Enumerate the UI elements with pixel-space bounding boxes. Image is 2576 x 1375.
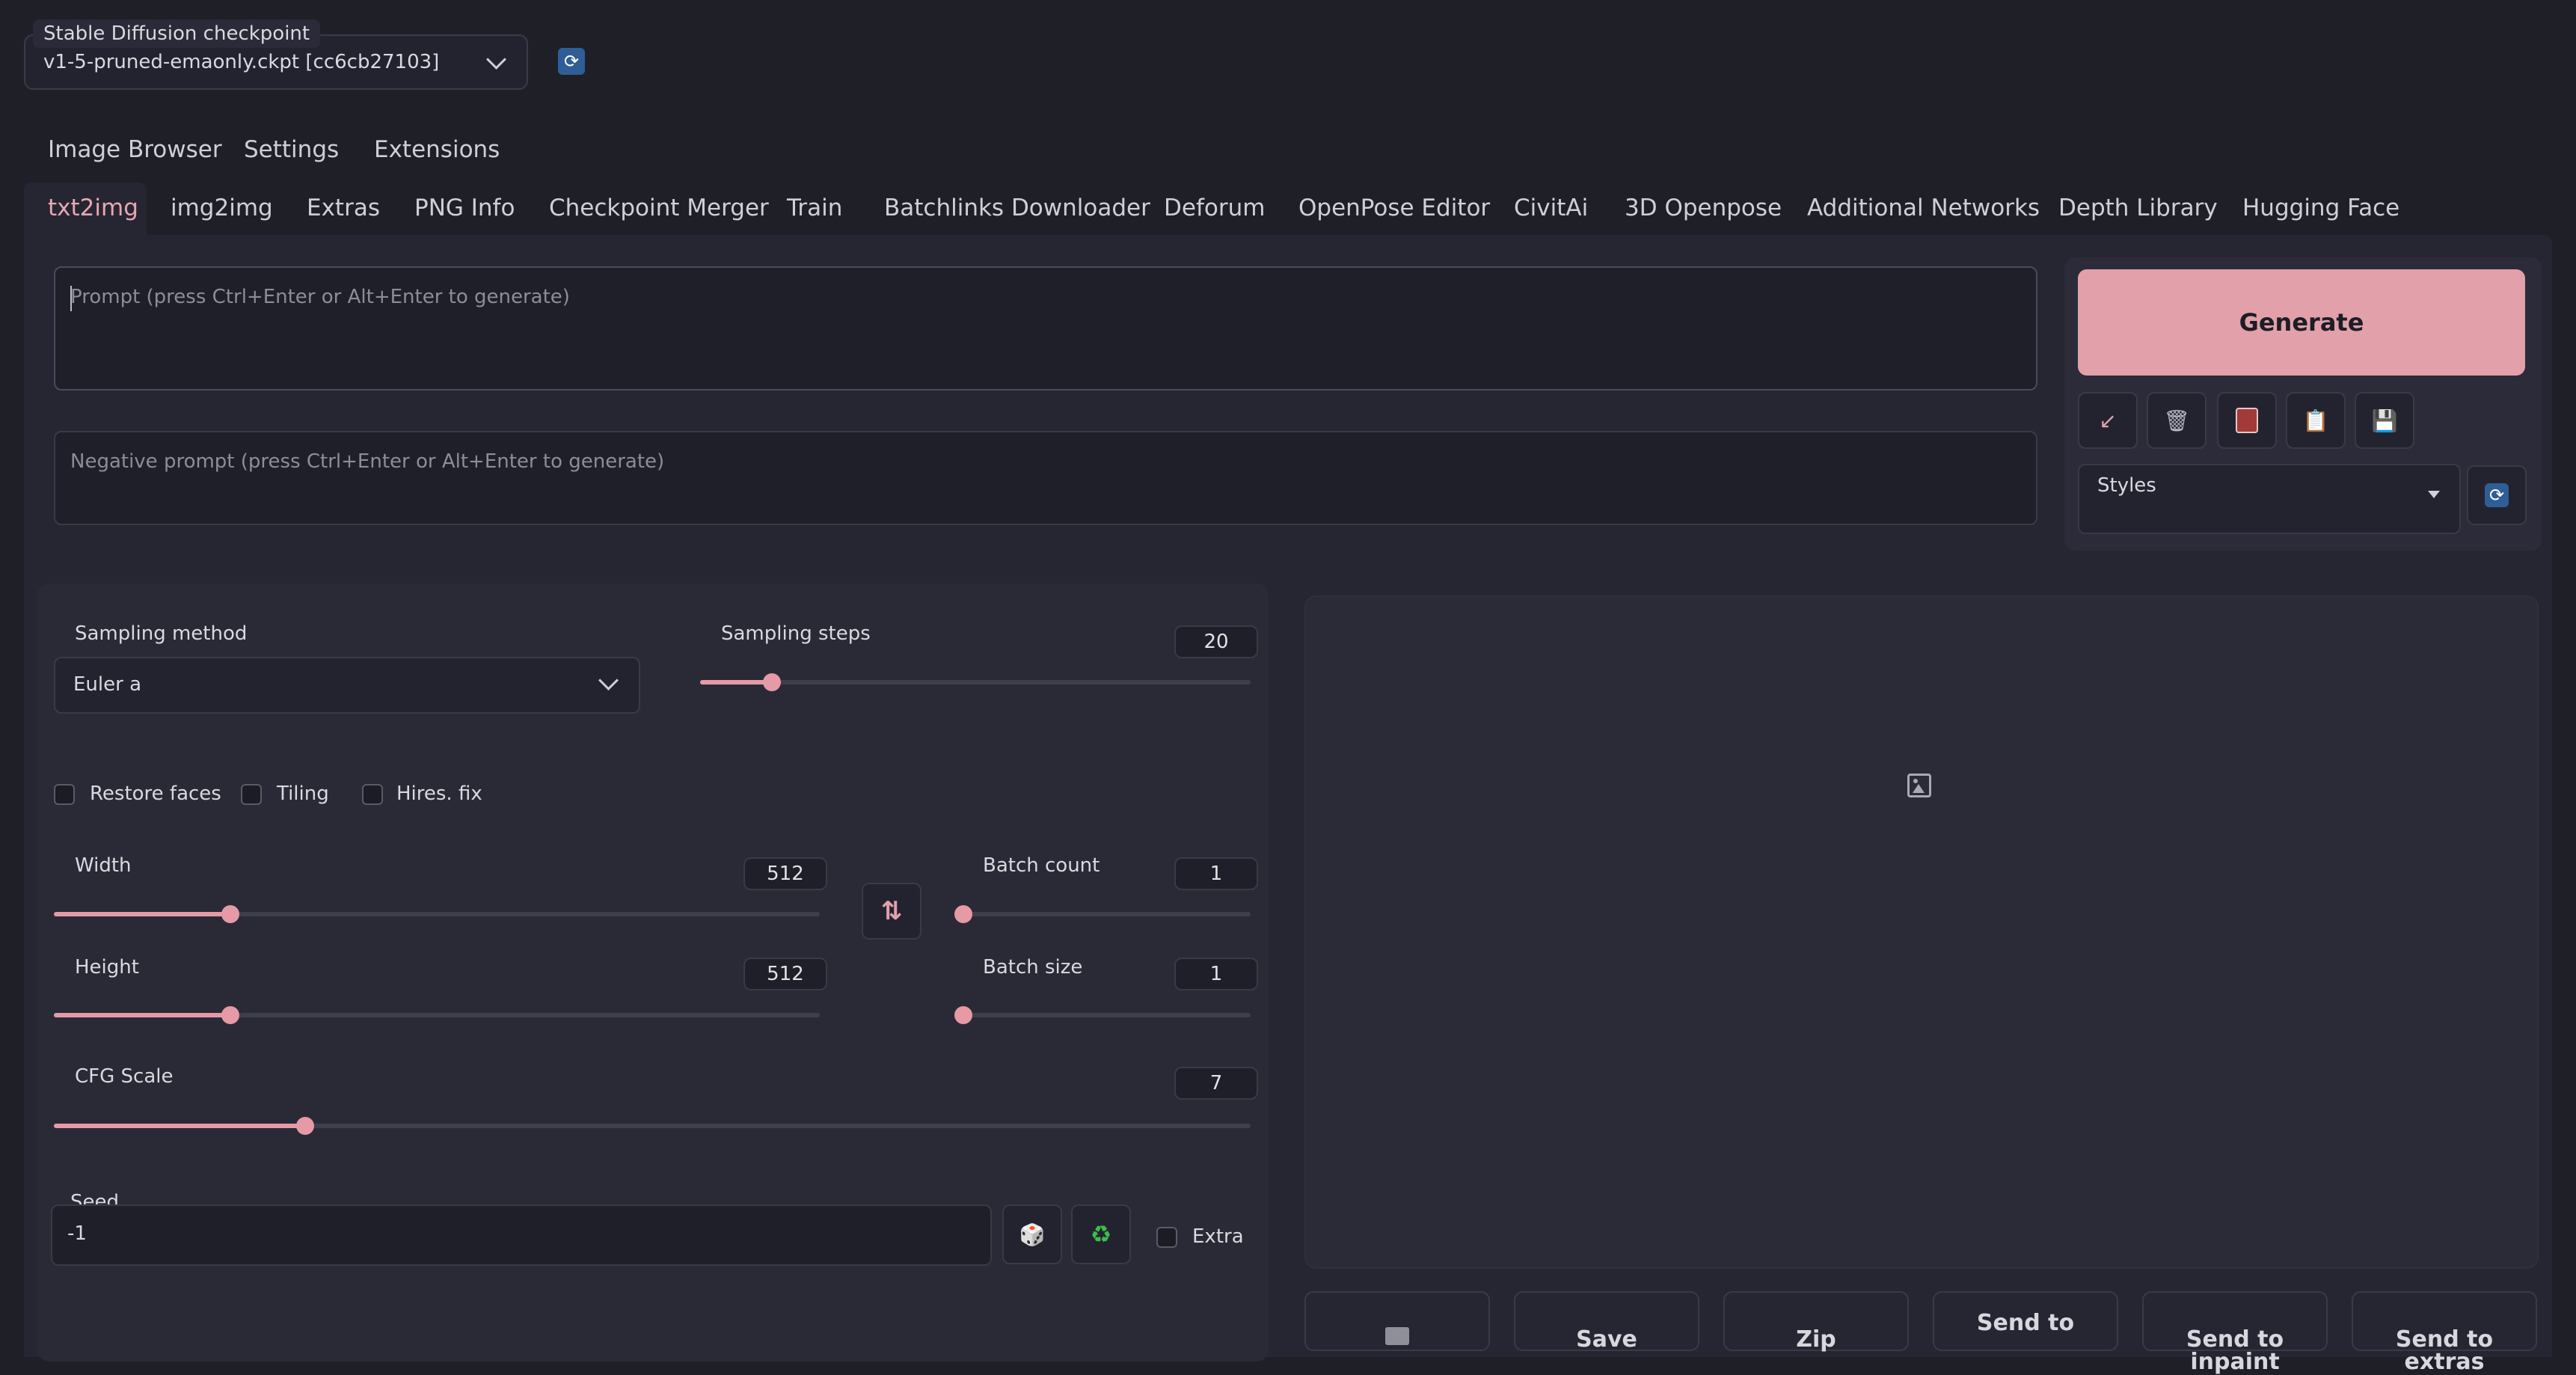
styles-refresh-icon[interactable]: ⟳ bbox=[2467, 465, 2527, 525]
cfg-scale-input[interactable]: 7 bbox=[1174, 1067, 1258, 1100]
batch-size-input[interactable]: 1 bbox=[1174, 958, 1258, 990]
sampling-method-label: Sampling method bbox=[75, 622, 248, 645]
image-placeholder-icon bbox=[1907, 774, 1931, 797]
width-slider[interactable] bbox=[221, 905, 239, 923]
tab-image-browser[interactable]: Image Browser bbox=[48, 136, 222, 163]
zip-button[interactable]: Zip bbox=[1723, 1291, 1909, 1351]
sampling-steps-label: Sampling steps bbox=[721, 622, 871, 645]
seed-value: -1 bbox=[67, 1222, 87, 1245]
styles-label: Styles bbox=[2097, 474, 2156, 497]
chevron-down-icon bbox=[486, 49, 506, 70]
cfg-scale-slider[interactable] bbox=[296, 1117, 314, 1135]
sampling-steps-input[interactable]: 20 bbox=[1174, 625, 1258, 658]
checkpoint-label: Stable Diffusion checkpoint bbox=[33, 19, 321, 48]
generate-button[interactable]: Generate bbox=[2078, 269, 2525, 376]
save-icon[interactable]: 💾 bbox=[2355, 392, 2414, 449]
sampling-steps-slider[interactable] bbox=[763, 673, 781, 691]
hires-fix-label: Hires. fix bbox=[396, 783, 482, 805]
extra-label: Extra bbox=[1192, 1225, 1244, 1248]
send-to-inpaint-button[interactable]: Send to inpaint bbox=[2142, 1291, 2328, 1374]
dice-icon[interactable]: 🎲 bbox=[1002, 1204, 1062, 1264]
output-gallery bbox=[1304, 595, 2539, 1269]
tab-txt2img[interactable]: txt2img bbox=[48, 195, 138, 221]
generate-label: Generate bbox=[2239, 308, 2364, 337]
tab-extensions[interactable]: Extensions bbox=[374, 136, 500, 163]
batch-count-slider[interactable] bbox=[954, 905, 972, 923]
restore-faces-checkbox[interactable] bbox=[54, 784, 75, 805]
card-icon[interactable] bbox=[2217, 392, 2277, 449]
send-to-img2img-button[interactable]: Send to bbox=[1933, 1291, 2118, 1351]
batch-size-slider[interactable] bbox=[954, 1006, 972, 1024]
clipboard-icon[interactable]: 📋 bbox=[2286, 392, 2346, 449]
checkpoint-value: v1-5-pruned-emaonly.ckpt [cc6cb27103] bbox=[43, 51, 440, 73]
tab-civitai[interactable]: CivitAi bbox=[1514, 195, 1588, 221]
save-button[interactable]: Save bbox=[1514, 1291, 1699, 1351]
cfg-scale-fill bbox=[54, 1124, 305, 1128]
prompt-input[interactable]: Prompt (press Ctrl+Enter or Alt+Enter to… bbox=[54, 266, 2037, 391]
negative-prompt-placeholder: Negative prompt (press Ctrl+Enter or Alt… bbox=[70, 450, 665, 473]
trash-icon[interactable]: 🗑 bbox=[2147, 392, 2207, 449]
sampling-method-select[interactable]: Euler a bbox=[54, 657, 640, 714]
batch-size-label: Batch size bbox=[983, 956, 1083, 979]
card-shape bbox=[2236, 408, 2258, 433]
tab-png-info[interactable]: PNG Info bbox=[414, 195, 515, 221]
image-icon-sun bbox=[1913, 779, 1918, 783]
tab-extras[interactable]: Extras bbox=[307, 195, 380, 221]
sampling-steps-fill bbox=[700, 680, 772, 685]
sampling-steps-track bbox=[700, 680, 1251, 685]
tab-depth-library[interactable]: Depth Library bbox=[2058, 195, 2218, 221]
negative-prompt-input[interactable]: Negative prompt (press Ctrl+Enter or Alt… bbox=[54, 431, 2037, 525]
width-label: Width bbox=[75, 854, 132, 877]
tab-deforum[interactable]: Deforum bbox=[1164, 195, 1265, 221]
folder-icon bbox=[1385, 1327, 1409, 1345]
tab-checkpoint-merger[interactable]: Checkpoint Merger bbox=[549, 195, 769, 221]
chevron-down-icon bbox=[598, 670, 619, 690]
tab-img2img[interactable]: img2img bbox=[171, 195, 273, 221]
batch-count-label: Batch count bbox=[983, 854, 1100, 877]
height-input[interactable]: 512 bbox=[743, 958, 827, 990]
image-icon-mountain bbox=[1913, 784, 1925, 793]
batch-count-input[interactable]: 1 bbox=[1174, 857, 1258, 890]
prompt-placeholder: Prompt (press Ctrl+Enter or Alt+Enter to… bbox=[70, 286, 570, 308]
refresh-glyph: ⟳ bbox=[2485, 483, 2509, 507]
tab-settings[interactable]: Settings bbox=[244, 136, 339, 163]
seed-input[interactable]: -1 bbox=[51, 1204, 992, 1266]
tab-3d-openpose[interactable]: 3D Openpose bbox=[1625, 195, 1782, 221]
swap-dimensions-icon[interactable]: ⇅ bbox=[862, 883, 921, 940]
tab-additional-networks[interactable]: Additional Networks bbox=[1807, 195, 2040, 221]
arrow-down-left-icon[interactable]: ↙ bbox=[2078, 392, 2138, 449]
extra-checkbox[interactable] bbox=[1156, 1227, 1177, 1248]
sampling-method-value: Euler a bbox=[73, 673, 142, 696]
width-fill bbox=[54, 912, 230, 916]
tab-train[interactable]: Train bbox=[787, 195, 842, 221]
hires-fix-checkbox[interactable] bbox=[362, 784, 383, 805]
tab-hugging-face[interactable]: Hugging Face bbox=[2242, 195, 2399, 221]
folder-button[interactable] bbox=[1304, 1291, 1490, 1351]
caret-down-icon bbox=[2428, 491, 2440, 498]
tiling-checkbox[interactable] bbox=[241, 784, 262, 805]
height-fill bbox=[54, 1013, 230, 1017]
tiling-label: Tiling bbox=[277, 783, 329, 805]
send-to-extras-button[interactable]: Send to extras bbox=[2352, 1291, 2537, 1374]
width-input[interactable]: 512 bbox=[743, 857, 827, 890]
cfg-scale-label: CFG Scale bbox=[75, 1065, 174, 1088]
batch-size-track bbox=[963, 1013, 1251, 1017]
refresh-icon[interactable]: ⟳ bbox=[558, 48, 585, 75]
height-label: Height bbox=[75, 956, 139, 979]
tab-batchlinks-downloader[interactable]: Batchlinks Downloader bbox=[884, 195, 1150, 221]
batch-count-track bbox=[963, 912, 1251, 916]
restore-faces-label: Restore faces bbox=[90, 783, 221, 805]
height-slider[interactable] bbox=[221, 1006, 239, 1024]
tab-openpose-editor[interactable]: OpenPose Editor bbox=[1298, 195, 1490, 221]
recycle-icon[interactable]: ♻ bbox=[1071, 1204, 1131, 1264]
styles-dropdown[interactable]: Styles bbox=[2078, 464, 2461, 534]
